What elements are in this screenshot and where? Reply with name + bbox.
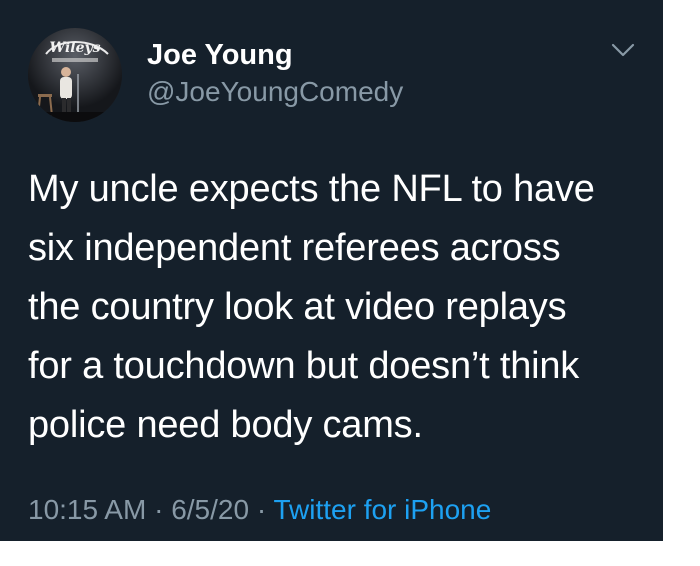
user-handle[interactable]: @JoeYoungComedy	[147, 75, 403, 109]
display-name[interactable]: Joe Young	[147, 38, 293, 72]
tweet-source-link[interactable]: Twitter for iPhone	[273, 494, 491, 525]
avatar-sign: Wileys	[49, 40, 100, 56]
tweet-meta: 10:15 AM · 6/5/20 · Twitter for iPhone	[28, 493, 491, 527]
tweet-text-line: My uncle expects the NFL to have	[28, 168, 595, 210]
tweet-date[interactable]: 6/5/20	[171, 494, 249, 525]
separator-dot: ·	[146, 494, 172, 525]
tweet-card: Wileys Joe Young @JoeYoungComedy My uncl…	[0, 0, 663, 541]
tweet-text-line: for a touchdown but doesn’t think	[28, 345, 580, 387]
tweet-text-line: police need body cams.	[28, 404, 423, 446]
tweet-text-line: six independent referees across	[28, 227, 561, 269]
tweet-text-line: the country look at video replays	[28, 286, 567, 328]
tweet-time[interactable]: 10:15 AM	[28, 494, 146, 525]
avatar[interactable]: Wileys	[28, 28, 122, 122]
tweet-text: My uncle expects the NFL to have six ind…	[28, 160, 653, 455]
separator-dot: ·	[249, 494, 274, 525]
avatar-photo: Wileys	[28, 28, 122, 122]
chevron-down-icon[interactable]	[610, 40, 636, 60]
